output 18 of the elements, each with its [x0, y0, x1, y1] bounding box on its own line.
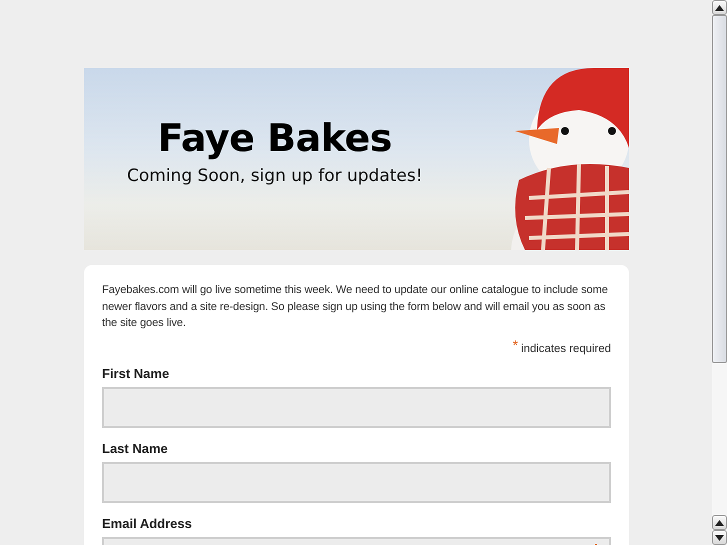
intro-paragraph: Fayebakes.com will go live sometime this week. We need to update our online catalogue to include some newer flavors and a site re-design. So please sign up using the form below and will email you as soon as the site goes live. [102, 283, 609, 332]
down-arrow-icon [715, 534, 724, 540]
field-label: Last Name [102, 440, 169, 456]
scroll-thumb[interactable] [712, 15, 727, 363]
scroll-up-button[interactable] [712, 515, 727, 530]
scroll-up-button[interactable] [712, 0, 727, 15]
tagline: Coming Soon, sign up for updates! [127, 166, 423, 186]
up-arrow-icon [715, 520, 724, 526]
up-arrow-icon [715, 4, 724, 10]
input-field[interactable] [102, 386, 611, 428]
input-field[interactable] [102, 462, 611, 503]
required-note: indicates required [521, 342, 611, 357]
field-label: Email Address [102, 516, 193, 531]
scrollbar[interactable] [712, 0, 727, 545]
site-title: Faye Bakes [158, 116, 392, 160]
required-asterisk: * [512, 338, 518, 351]
scroll-down-button[interactable] [712, 530, 727, 545]
field-label: First Name [102, 366, 170, 381]
